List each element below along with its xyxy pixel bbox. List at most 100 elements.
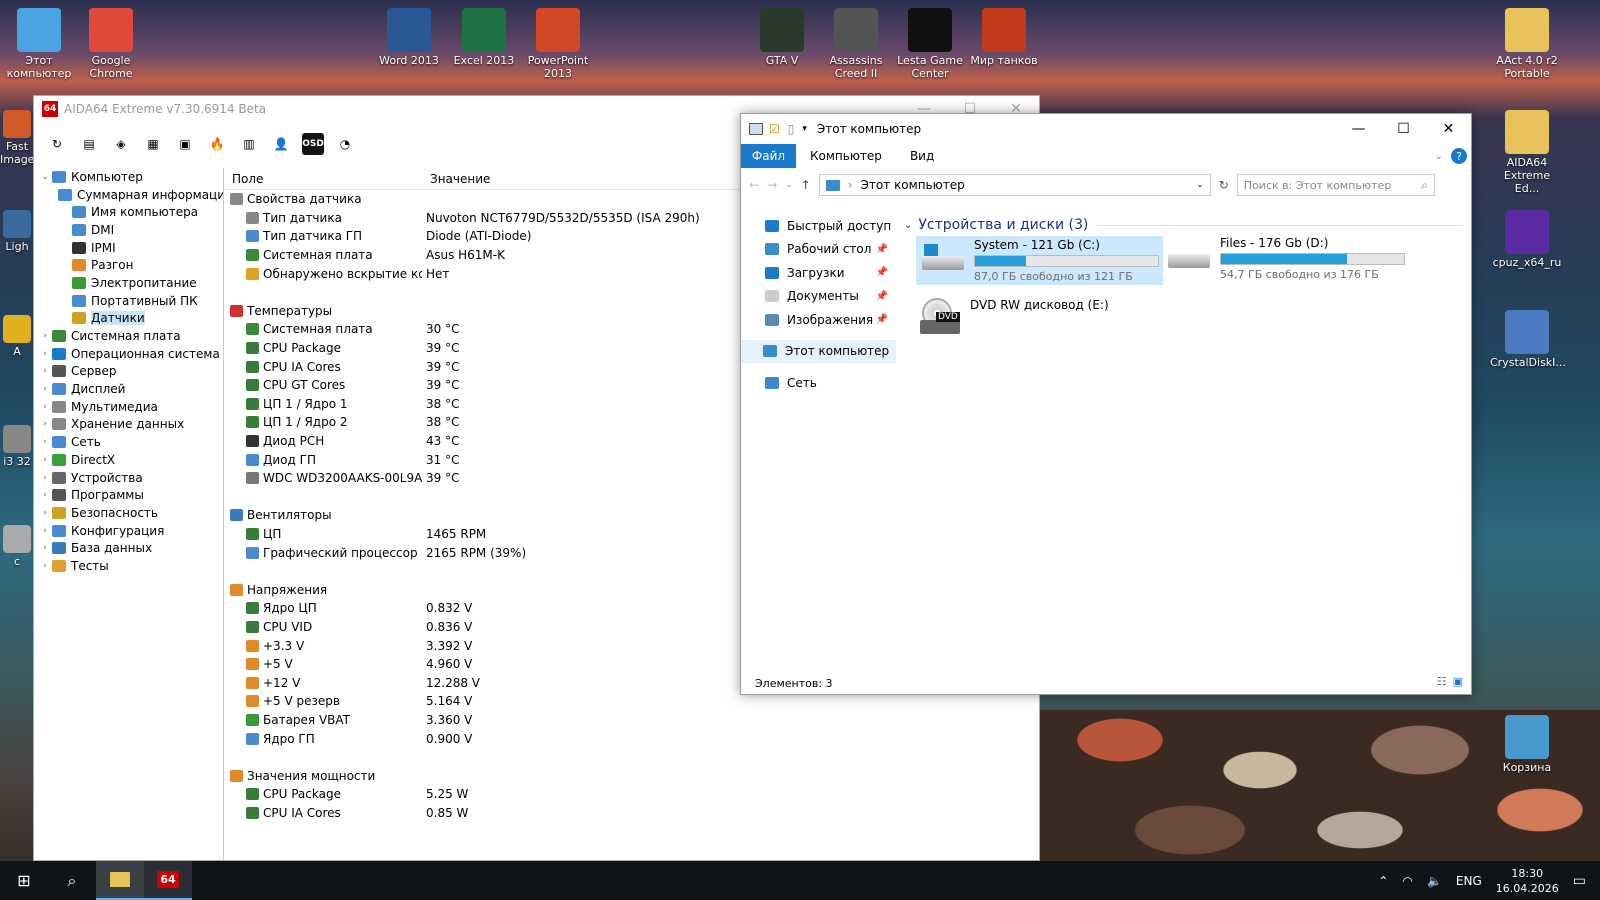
desktop-icon[interactable]: Корзина (1490, 715, 1564, 774)
nav-item[interactable]: Этот компьютер (741, 339, 896, 363)
tab-view[interactable]: Вид (896, 149, 948, 163)
sensor-gauge-icon[interactable]: ◔ (334, 133, 356, 155)
page-icon[interactable]: ▯ (788, 122, 795, 136)
expand-arrow-icon[interactable]: › (38, 402, 52, 412)
report-icon[interactable]: ▤ (78, 133, 100, 155)
forward-icon[interactable]: → (767, 178, 777, 192)
recent-chevron-icon[interactable]: ⌄ (785, 180, 793, 190)
check-icon[interactable]: ☑ (769, 122, 780, 136)
tree-item[interactable]: › Сеть (34, 433, 223, 451)
field-column-header[interactable]: Поле (224, 172, 422, 186)
desktop-icon[interactable]: Lesta Game Center (893, 8, 967, 80)
tree-item[interactable]: › DirectX (34, 451, 223, 469)
tree-item[interactable]: › Программы (34, 486, 223, 504)
search-input[interactable]: Поиск в: Этот компьютер ⌕ (1236, 174, 1435, 196)
desktop-icon[interactable]: Excel 2013 (447, 8, 521, 67)
large-icons-view-icon[interactable]: ▣ (1453, 675, 1463, 688)
address-bar[interactable]: › Этот компьютер ⌄ (818, 174, 1211, 196)
sensor-row[interactable]: Батарея VBAT 3.360 V (224, 711, 1039, 730)
tree-item[interactable]: Разгон (34, 256, 223, 274)
osd-icon[interactable]: OSD (302, 133, 324, 155)
tree-item[interactable]: › Устройства (34, 469, 223, 487)
tree-item[interactable]: Датчики (34, 310, 223, 328)
sensor-row[interactable]: CPU IA Cores 0.85 W (224, 804, 1039, 823)
nav-item[interactable]: Загрузки 📌 (741, 261, 896, 285)
motherboard-icon[interactable]: ◈ (110, 133, 132, 155)
expand-arrow-icon[interactable]: › (38, 366, 52, 376)
nav-item[interactable]: Быстрый доступ (741, 214, 896, 238)
desktop-icon[interactable]: Этот компьютер (2, 8, 76, 80)
group-header[interactable]: ⌄ Устройства и диски (3) (904, 214, 1471, 236)
network-icon[interactable]: ▣ (174, 133, 196, 155)
dvd-drive[interactable]: DVD DVD RW дисковод (E:) (916, 298, 1109, 338)
nav-item[interactable]: Изображения 📌 (741, 308, 896, 332)
group-row[interactable]: Значения мощности (224, 766, 1039, 785)
wifi-icon[interactable]: ◠ (1402, 874, 1412, 888)
expand-arrow-icon[interactable]: › (38, 384, 52, 394)
expand-arrow-icon[interactable]: › (38, 490, 52, 500)
tree-item[interactable]: DMI (34, 221, 223, 239)
desktop-icon[interactable]: Google Chrome (74, 8, 148, 80)
expand-arrow-icon[interactable]: › (38, 419, 52, 429)
system-info-icon[interactable]: ▥ (238, 133, 260, 155)
file-explorer-icon[interactable] (96, 861, 144, 900)
expand-arrow-icon[interactable]: › (38, 543, 52, 553)
maximize-button[interactable]: ☐ (1381, 121, 1426, 137)
expand-arrow-icon[interactable]: › (38, 526, 52, 536)
notification-icon[interactable]: ▭ (1573, 873, 1586, 889)
tab-file[interactable]: Файл (741, 144, 796, 168)
tree-item[interactable]: ⌄ Компьютер (34, 168, 223, 186)
tree-item[interactable]: › Операционная система (34, 345, 223, 363)
tree-item[interactable]: › Мультимедиа (34, 398, 223, 416)
tree-item[interactable]: Портативный ПК (34, 292, 223, 310)
tree-item[interactable]: › База данных (34, 539, 223, 557)
tree-item[interactable]: Имя компьютера (34, 203, 223, 221)
language-indicator[interactable]: ENG (1456, 874, 1482, 888)
tree-item[interactable]: › Сервер (34, 363, 223, 381)
expand-arrow-icon[interactable]: › (38, 349, 52, 359)
back-icon[interactable]: ← (749, 178, 759, 192)
desktop-icon[interactable]: A (0, 315, 34, 358)
expand-arrow-icon[interactable]: › (38, 508, 52, 518)
expand-arrow-icon[interactable]: › (38, 437, 52, 447)
details-view-icon[interactable]: ☷ (1437, 675, 1447, 688)
address-dropdown-icon[interactable]: ⌄ (1196, 180, 1204, 190)
desktop-icon[interactable]: Fast Image (0, 110, 34, 166)
desktop-icon[interactable]: AAct 4.0 r2 Portable (1490, 8, 1564, 80)
aida64-taskbar-button[interactable]: 64 (144, 861, 192, 900)
sensor-row[interactable]: CPU Package 5.25 W (224, 785, 1039, 804)
desktop-icon[interactable]: i3 32 (0, 425, 34, 468)
drive-item[interactable]: Files - 176 Gb (D:) 54,7 ГБ свободно из 1… (1166, 236, 1405, 281)
clock[interactable]: 18:30 16.04.2026 (1496, 866, 1559, 896)
expand-arrow-icon[interactable]: › (38, 455, 52, 465)
tree-item[interactable]: Электропитание (34, 274, 223, 292)
volume-muted-icon[interactable]: 🔈 (1427, 874, 1442, 888)
up-icon[interactable]: ↑ (801, 178, 811, 192)
expand-arrow-icon[interactable]: › (38, 331, 52, 341)
chevron-up-icon[interactable]: ⌃ (1378, 874, 1388, 888)
expand-arrow-icon[interactable]: ⌄ (38, 172, 52, 182)
tree-item[interactable]: › Тесты (34, 557, 223, 575)
desktop-icon[interactable]: cpuz_x64_ru (1490, 210, 1564, 269)
pin-icon[interactable]: 📌 (876, 244, 888, 255)
desktop-icon[interactable]: Assassins Creed II (819, 8, 893, 80)
expand-ribbon-icon[interactable]: ⌄ (1435, 151, 1443, 162)
pin-icon[interactable]: 📌 (876, 267, 888, 278)
tree-item[interactable]: › Дисплей (34, 380, 223, 398)
desktop-icon[interactable]: CrystalDiskI... (1490, 310, 1566, 369)
tree-item[interactable]: › Системная плата (34, 327, 223, 345)
tree-item[interactable]: › Безопасность (34, 504, 223, 522)
nav-item[interactable]: Рабочий стол 📌 (741, 238, 896, 262)
nav-item[interactable]: Документы 📌 (741, 285, 896, 309)
memory-icon[interactable]: ▦ (142, 133, 164, 155)
chevron-down-icon[interactable]: ⌄ (904, 220, 912, 231)
windows-start-icon[interactable]: ⊞ (0, 861, 48, 900)
drive-item[interactable]: System - 121 Gb (C:) 87,0 ГБ свободно из … (916, 236, 1163, 285)
tree-item[interactable]: › Хранение данных (34, 416, 223, 434)
tree-item[interactable]: › Конфигурация (34, 522, 223, 540)
desktop-icon[interactable]: Word 2013 (372, 8, 446, 67)
tab-computer[interactable]: Компьютер (796, 149, 896, 163)
expand-arrow-icon[interactable]: › (38, 561, 52, 571)
search-icon[interactable]: ⌕ (48, 861, 96, 900)
desktop-icon[interactable]: c (0, 525, 34, 568)
